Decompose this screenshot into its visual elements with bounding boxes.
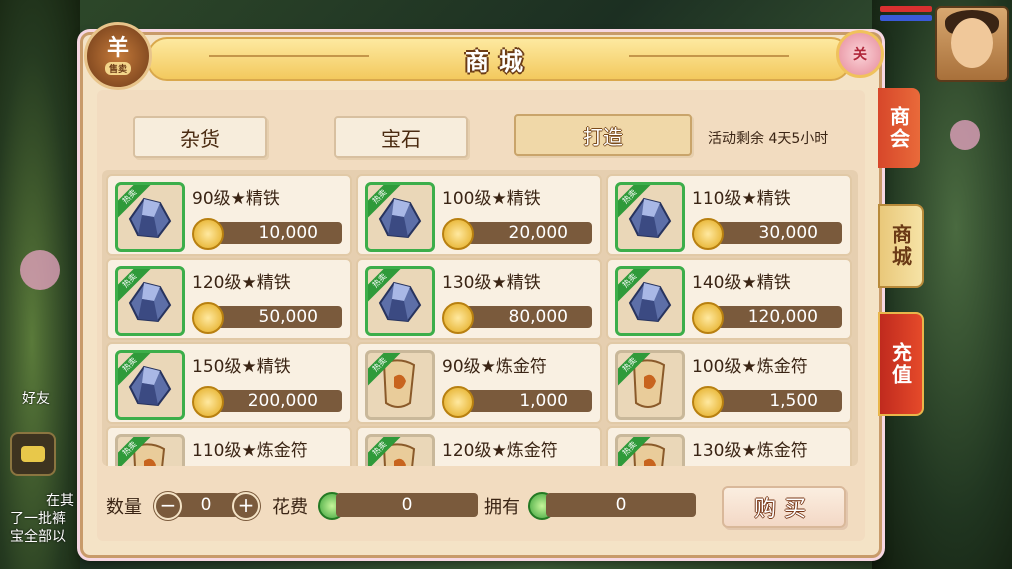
item-name: 90级★炼金符: [442, 357, 547, 377]
item-card[interactable]: 热卖 120级★精铁 50,000: [106, 258, 352, 340]
iron-ore-icon: 热卖: [115, 350, 185, 420]
item-name: 120级★炼金符: [442, 441, 558, 461]
event-timer: 活动剩余 4天5小时: [708, 131, 829, 147]
buy-button[interactable]: 购买: [722, 486, 846, 528]
item-card[interactable]: 热卖 140级★精铁 120,000: [606, 258, 852, 340]
item-name: 140级★精铁: [692, 273, 791, 293]
own-value: 0: [546, 493, 696, 517]
gold-coin-icon: [442, 302, 474, 334]
item-name: 110级★炼金符: [192, 441, 308, 461]
gold-coin-icon: [192, 218, 224, 250]
background-flower: [950, 120, 980, 150]
item-name: 130级★炼金符: [692, 441, 808, 461]
item-name: 130级★精铁: [442, 273, 541, 293]
player-bars: [880, 6, 932, 24]
item-price: 1,500: [708, 390, 842, 412]
item-price: 30,000: [708, 222, 842, 244]
gold-coin-icon: [692, 386, 724, 418]
iron-ore-icon: 热卖: [115, 182, 185, 252]
item-card[interactable]: 热卖 120级★炼金符: [356, 426, 602, 466]
close-button[interactable]: 关: [836, 30, 884, 78]
talisman-icon: 热卖: [615, 434, 685, 466]
emblem-char: 羊: [106, 35, 129, 61]
title-bar: 商城: [147, 37, 851, 81]
talisman-icon: 热卖: [115, 434, 185, 466]
item-card[interactable]: 热卖 110级★炼金符: [106, 426, 352, 466]
talisman-icon: 热卖: [365, 350, 435, 420]
item-name: 150级★精铁: [192, 357, 291, 377]
item-card[interactable]: 热卖 130级★精铁 80,000: [356, 258, 602, 340]
chat-line: 了一批裤: [10, 511, 66, 527]
gold-coin-icon: [692, 302, 724, 334]
item-card[interactable]: 热卖 110级★精铁 30,000: [606, 174, 852, 256]
item-card[interactable]: 热卖 100级★精铁 20,000: [356, 174, 602, 256]
side-tab-recharge[interactable]: 充值: [878, 312, 924, 416]
gold-coin-icon: [442, 386, 474, 418]
item-name: 100级★精铁: [442, 189, 541, 209]
iron-ore-icon: 热卖: [365, 266, 435, 336]
iron-ore-icon: 热卖: [365, 182, 435, 252]
background-flower: [20, 250, 60, 290]
plus-button[interactable]: +: [232, 492, 260, 520]
item-price: 50,000: [208, 306, 342, 328]
cost-value: 0: [336, 493, 478, 517]
player-avatar[interactable]: [935, 6, 1009, 82]
side-tab-guild[interactable]: 商会: [878, 88, 920, 168]
iron-ore-icon: 热卖: [115, 266, 185, 336]
item-card[interactable]: 热卖 130级★炼金符: [606, 426, 852, 466]
item-name: 120级★精铁: [192, 273, 291, 293]
quantity-label: 数量: [106, 497, 142, 518]
item-card[interactable]: 热卖 90级★炼金符 1,000: [356, 342, 602, 424]
item-card[interactable]: 热卖 150级★精铁 200,000: [106, 342, 352, 424]
item-name: 90级★精铁: [192, 189, 280, 209]
item-price: 120,000: [708, 306, 842, 328]
minus-button[interactable]: −: [154, 492, 182, 520]
chat-line: 在其: [46, 493, 74, 509]
item-price: 200,000: [208, 390, 342, 412]
gold-coin-icon: [692, 218, 724, 250]
tab-forge[interactable]: 打造: [514, 114, 692, 156]
friend-label[interactable]: 好友: [22, 388, 50, 408]
chat-icon[interactable]: [10, 432, 56, 476]
cost-label: 花费: [272, 497, 308, 518]
iron-ore-icon: 热卖: [615, 182, 685, 252]
shop-emblem: 羊 售卖: [84, 22, 152, 90]
gold-coin-icon: [442, 218, 474, 250]
emblem-label: 售卖: [104, 61, 131, 75]
item-name: 110级★精铁: [692, 189, 791, 209]
talisman-icon: 热卖: [615, 350, 685, 420]
own-label: 拥有: [484, 497, 520, 518]
chat-line: 宝全部以: [10, 529, 66, 545]
item-name: 100级★炼金符: [692, 357, 808, 377]
item-price: 20,000: [458, 222, 592, 244]
gold-coin-icon: [192, 302, 224, 334]
item-grid[interactable]: 热卖 90级★精铁 10,000 热卖 100级★精铁 20,000 热卖 110级★精铁 30…: [102, 170, 858, 466]
iron-ore-icon: 热卖: [615, 266, 685, 336]
item-card[interactable]: 热卖 90级★精铁 10,000: [106, 174, 352, 256]
page-title: 商城: [465, 47, 533, 76]
item-price: 1,000: [458, 390, 592, 412]
tab-groceries[interactable]: 杂货: [133, 116, 267, 158]
gold-coin-icon: [192, 386, 224, 418]
side-tab-shop[interactable]: 商城: [878, 204, 924, 288]
item-price: 80,000: [458, 306, 592, 328]
tab-gems[interactable]: 宝石: [334, 116, 468, 158]
item-card[interactable]: 热卖 100级★炼金符 1,500: [606, 342, 852, 424]
item-price: 10,000: [208, 222, 342, 244]
talisman-icon: 热卖: [365, 434, 435, 466]
